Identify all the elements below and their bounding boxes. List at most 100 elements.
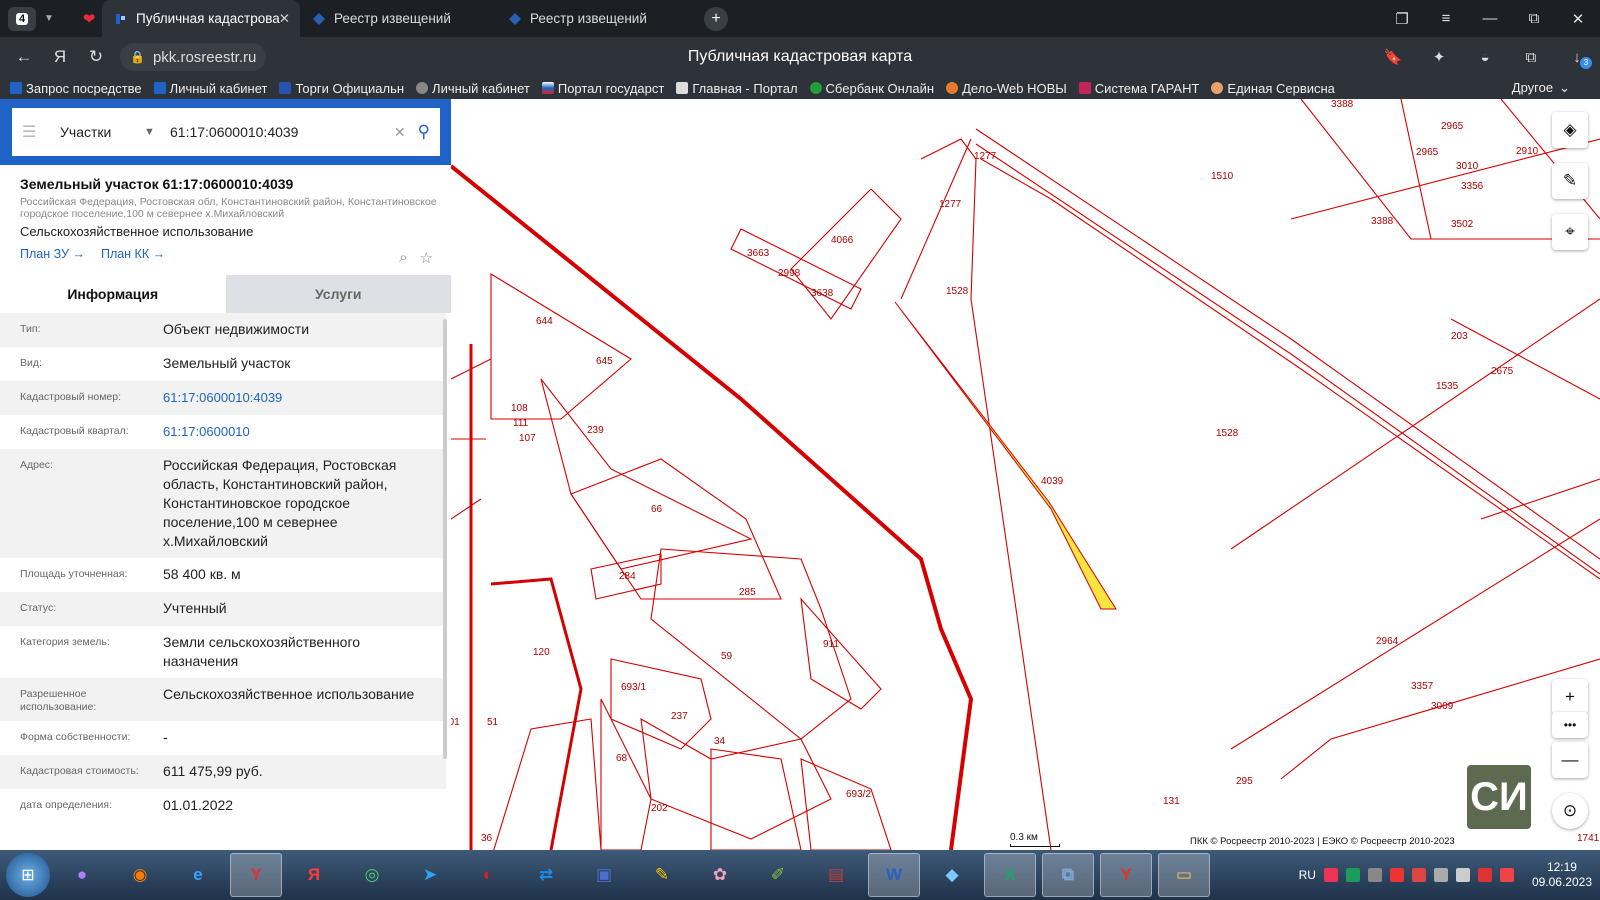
chrome-icon[interactable]: ◎ xyxy=(346,853,398,897)
ruler-button[interactable]: ✎ xyxy=(1552,163,1588,199)
cadastral-quarter-link[interactable]: 61:17:0600010 xyxy=(163,422,446,441)
parcel-label: 911 xyxy=(823,639,839,650)
bookmark-item[interactable]: Единая Сервисна xyxy=(1211,81,1335,96)
yandex-browser-2-icon[interactable]: Y xyxy=(1100,853,1152,897)
remote-icon[interactable]: ⧉ xyxy=(1042,853,1094,897)
menu-icon[interactable]: ≡ xyxy=(1424,10,1468,28)
excel-icon[interactable]: X xyxy=(984,853,1036,897)
parcel-label: 3638 xyxy=(811,288,834,299)
tab-pkk[interactable]: Публичная кадастрова ✕ xyxy=(102,0,300,37)
bookmark-item[interactable]: Система ГАРАНТ xyxy=(1078,81,1199,96)
collections-icon[interactable]: ❐ xyxy=(1380,10,1424,28)
clear-icon[interactable]: ✕ xyxy=(394,124,406,141)
save-icon[interactable]: ▣ xyxy=(578,853,630,897)
tray-app-icon[interactable] xyxy=(1323,868,1338,882)
firefox-icon[interactable]: ◉ xyxy=(114,853,166,897)
folder-tools-icon[interactable]: ✎ xyxy=(636,853,688,897)
tray-k-icon[interactable] xyxy=(1345,868,1360,882)
cadastral-map[interactable]: 3388 2965 2965 3010 3356 2910 1510 3388 … xyxy=(451,99,1600,850)
basemap-thumbnail[interactable]: СИ xyxy=(1467,765,1531,829)
plus-icon: + xyxy=(1565,687,1575,706)
language-indicator[interactable]: RU xyxy=(1299,868,1316,882)
tray-network-icon[interactable] xyxy=(1433,868,1448,882)
favorites-heart-icon[interactable]: ❤ xyxy=(76,10,102,28)
extension-icon[interactable]: ✦ xyxy=(1416,48,1462,66)
teamviewer-icon[interactable]: ⇄ xyxy=(520,853,572,897)
minimize-button[interactable]: — xyxy=(1468,10,1512,28)
edit-icon[interactable]: ✐ xyxy=(752,853,804,897)
bookmark-item[interactable]: Портал государст xyxy=(541,81,664,96)
chevron-down-icon[interactable]: ▼ xyxy=(144,126,164,138)
parcel-label: 1528 xyxy=(946,286,969,297)
tab-info[interactable]: Информация xyxy=(0,275,226,313)
media-icon[interactable]: ◐ xyxy=(462,853,514,897)
tab-services[interactable]: Услуги xyxy=(225,275,451,313)
favorite-star-icon[interactable]: ☆ xyxy=(420,249,433,267)
bookmark-item[interactable]: Торги Официальн xyxy=(279,81,404,96)
plan-kk-link[interactable]: План КК → xyxy=(101,247,165,261)
clock[interactable]: 12:19 09.06.2023 xyxy=(1532,860,1592,890)
restore-button[interactable]: ⧉ xyxy=(1512,10,1556,28)
close-window-button[interactable]: ✕ xyxy=(1556,10,1600,28)
panel-scrollbar[interactable] xyxy=(443,319,447,759)
file-icon[interactable]: ◆ xyxy=(926,853,978,897)
word-icon[interactable]: W xyxy=(868,853,920,897)
ie-icon[interactable]: e xyxy=(172,853,224,897)
yandex-icon[interactable]: Я xyxy=(288,853,340,897)
bookmark-icon[interactable]: 🔖 xyxy=(1370,48,1416,66)
back-button[interactable]: ← xyxy=(6,47,42,67)
archive-icon[interactable]: ▤ xyxy=(810,853,862,897)
start-button[interactable]: ⊞ xyxy=(6,853,50,897)
tray-app-icon[interactable] xyxy=(1477,868,1492,882)
tab-registry-1[interactable]: Реестр извещений xyxy=(300,0,496,37)
parcel-label: 693/1 xyxy=(621,682,646,693)
zoom-to-object-icon[interactable]: ⌕ xyxy=(399,249,407,267)
map-canvas[interactable]: 3388 2965 2965 3010 3356 2910 1510 3388 … xyxy=(451,99,1600,850)
collections-icon[interactable]: ⧉ xyxy=(1508,49,1554,66)
tray-app-icon[interactable] xyxy=(1499,868,1514,882)
search-input[interactable]: 61:17:0600010:4039 xyxy=(170,124,394,140)
parcel-label: 1510 xyxy=(1211,171,1234,182)
downloads-icon[interactable]: ↓ 3 xyxy=(1554,49,1600,69)
tray-app-icon[interactable] xyxy=(1411,868,1426,882)
property-row: Статус: Учтенный xyxy=(0,592,446,626)
paint-icon[interactable]: ✿ xyxy=(694,853,746,897)
plan-zu-link[interactable]: План ЗУ → xyxy=(20,247,85,261)
tray-app-icon[interactable] xyxy=(1367,868,1382,882)
new-tab-button[interactable]: + xyxy=(704,6,728,31)
scale-line xyxy=(1010,844,1060,847)
bookmark-item[interactable]: Запрос посредстве xyxy=(10,81,142,96)
explorer-icon[interactable]: ▭ xyxy=(1158,853,1210,897)
bookmarks-other[interactable]: Другое ⌄ xyxy=(1512,80,1570,96)
close-tab-icon[interactable]: ✕ xyxy=(279,11,290,27)
more-button[interactable]: ••• xyxy=(1552,712,1588,738)
parcel-label: 1535 xyxy=(1436,381,1459,392)
locate-button[interactable]: ⌖ xyxy=(1552,214,1588,250)
yandex-browser-icon[interactable]: Y xyxy=(230,853,282,897)
bookmark-item[interactable]: Главная - Портал xyxy=(676,81,798,96)
tab-counter[interactable]: 4 xyxy=(8,6,36,31)
cadastral-number-link[interactable]: 61:17:0600010:4039 xyxy=(163,388,446,407)
yandex-icon[interactable]: Я xyxy=(42,47,78,67)
volume-mute-icon[interactable] xyxy=(1455,868,1470,882)
bookmark-item[interactable]: Личный кабинет xyxy=(153,81,267,96)
zoom-in-button[interactable]: + xyxy=(1552,679,1588,715)
selected-parcel-4039[interactable] xyxy=(894,301,1117,610)
layers-button[interactable]: ◈ xyxy=(1552,112,1588,148)
search-icon[interactable]: ⚲ xyxy=(418,122,430,142)
bookmark-item[interactable]: Сбербанк Онлайн xyxy=(809,81,934,96)
telegram-icon[interactable]: ➤ xyxy=(404,853,456,897)
tab-registry-2[interactable]: Реестр извещений xyxy=(496,0,692,37)
tray-yandex-icon[interactable] xyxy=(1389,868,1404,882)
search-category-select[interactable]: Участки xyxy=(60,124,144,140)
compass-button[interactable]: ⊙ xyxy=(1552,793,1588,829)
url-field[interactable]: 🔒 pkk.rosreestr.ru xyxy=(120,43,267,71)
bookmark-item[interactable]: Личный кабинет xyxy=(416,81,530,96)
zoom-out-button[interactable]: — xyxy=(1552,742,1588,778)
reload-button[interactable]: ↻ xyxy=(78,47,114,67)
chevron-down-icon[interactable]: ▼ xyxy=(36,7,62,31)
bookmark-item[interactable]: Дело-Web НОВЫ xyxy=(946,81,1067,96)
protect-icon[interactable]: ◒ xyxy=(1462,49,1508,66)
alice-icon[interactable]: ● xyxy=(56,853,108,897)
menu-icon[interactable]: ☰ xyxy=(22,122,44,142)
